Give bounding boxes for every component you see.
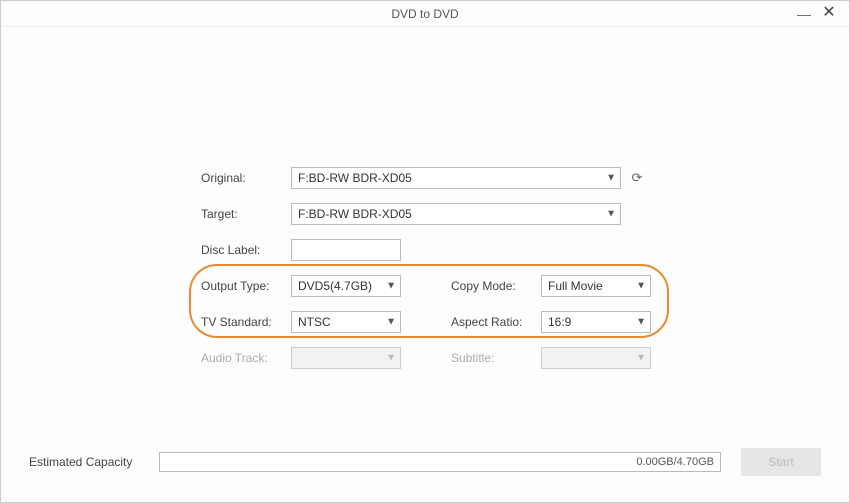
- output-type-label: Output Type:: [201, 279, 291, 293]
- subtitle-label: Subtitle:: [451, 351, 541, 365]
- window-title: DVD to DVD: [391, 7, 458, 21]
- chevron-down-icon: ▼: [606, 173, 616, 184]
- row-original: Original: F:BD-RW BDR-XD05 ▼ ⟳: [201, 167, 661, 189]
- row-output-copy: Output Type: DVD5(4.7GB) ▼ Copy Mode: Fu…: [201, 275, 661, 297]
- target-value: F:BD-RW BDR-XD05: [298, 207, 412, 221]
- target-select[interactable]: F:BD-RW BDR-XD05 ▼: [291, 203, 621, 225]
- aspect-ratio-value: 16:9: [548, 315, 571, 329]
- tv-standard-label: TV Standard:: [201, 315, 291, 329]
- chevron-down-icon: ▼: [636, 317, 646, 328]
- row-tv-aspect: TV Standard: NTSC ▼ Aspect Ratio: 16:9 ▼: [201, 311, 661, 333]
- copy-mode-label: Copy Mode:: [451, 279, 541, 293]
- close-button[interactable]: ✕: [821, 5, 837, 21]
- output-type-value: DVD5(4.7GB): [298, 279, 372, 293]
- aspect-ratio-label: Aspect Ratio:: [451, 315, 541, 329]
- original-select[interactable]: F:BD-RW BDR-XD05 ▼: [291, 167, 621, 189]
- audio-track-select: ▼: [291, 347, 401, 369]
- subtitle-select: ▼: [541, 347, 651, 369]
- original-label: Original:: [201, 171, 291, 185]
- minimize-button[interactable]: —: [797, 7, 811, 21]
- chevron-down-icon: ▼: [386, 353, 396, 364]
- chevron-down-icon: ▼: [386, 317, 396, 328]
- target-label: Target:: [201, 207, 291, 221]
- copy-mode-value: Full Movie: [548, 279, 603, 293]
- tv-standard-value: NTSC: [298, 315, 331, 329]
- app-window: DVD to DVD — ✕ Original: F:BD-RW BDR-XD0…: [0, 0, 850, 503]
- row-target: Target: F:BD-RW BDR-XD05 ▼: [201, 203, 661, 225]
- capacity-bar: 0.00GB/4.70GB: [159, 452, 721, 472]
- content-area: Original: F:BD-RW BDR-XD05 ▼ ⟳ Target: F…: [1, 27, 849, 502]
- original-value: F:BD-RW BDR-XD05: [298, 171, 412, 185]
- output-type-select[interactable]: DVD5(4.7GB) ▼: [291, 275, 401, 297]
- settings-form: Original: F:BD-RW BDR-XD05 ▼ ⟳ Target: F…: [201, 167, 661, 383]
- disc-label-input[interactable]: [291, 239, 401, 261]
- titlebar: DVD to DVD — ✕: [1, 1, 849, 27]
- copy-mode-select[interactable]: Full Movie ▼: [541, 275, 651, 297]
- row-audio-subtitle: Audio Track: ▼ Subtitle: ▼: [201, 347, 661, 369]
- footer: Estimated Capacity 0.00GB/4.70GB Start: [29, 448, 821, 476]
- refresh-icon[interactable]: ⟳: [629, 170, 645, 186]
- start-button-label: Start: [768, 455, 793, 469]
- tv-standard-select[interactable]: NTSC ▼: [291, 311, 401, 333]
- start-button: Start: [741, 448, 821, 476]
- row-disc-label: Disc Label:: [201, 239, 661, 261]
- audio-track-label: Audio Track:: [201, 351, 291, 365]
- chevron-down-icon: ▼: [606, 209, 616, 220]
- chevron-down-icon: ▼: [386, 281, 396, 292]
- chevron-down-icon: ▼: [636, 353, 646, 364]
- capacity-text: 0.00GB/4.70GB: [636, 456, 714, 468]
- disc-label-label: Disc Label:: [201, 243, 291, 257]
- chevron-down-icon: ▼: [636, 281, 646, 292]
- aspect-ratio-select[interactable]: 16:9 ▼: [541, 311, 651, 333]
- capacity-label: Estimated Capacity: [29, 455, 159, 469]
